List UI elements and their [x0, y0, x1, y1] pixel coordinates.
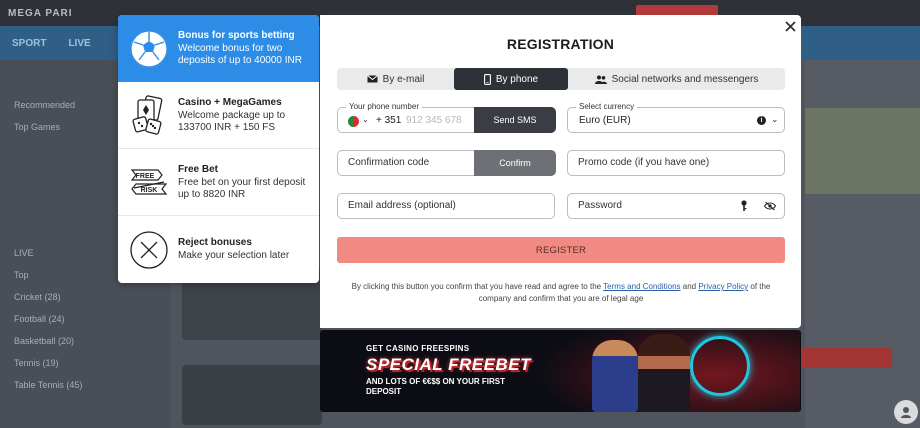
phone-field: Your phone number ⌄ + 351 Send SMS	[337, 102, 556, 133]
country-code: + 351	[376, 115, 402, 126]
modal-title: REGISTRATION	[506, 36, 615, 52]
chat-icon	[901, 407, 911, 418]
banner-headline: SPECIAL FREEBET	[366, 355, 531, 374]
promo-code-input[interactable]	[578, 157, 748, 168]
tab-label: By e-mail	[382, 73, 425, 85]
bonus-option-sports[interactable]: Bonus for sports betting Welcome bonus f…	[118, 15, 319, 82]
key-icon[interactable]	[740, 200, 748, 212]
background-sidebar-item: Cricket (28)	[14, 292, 61, 302]
info-icon[interactable]: i	[757, 116, 766, 125]
bonus-option-freebet[interactable]: FREE RISK Free Bet Free bet on your firs…	[118, 149, 319, 216]
soccer-ball-icon	[128, 28, 170, 70]
bonus-description: Welcome package up to 133700 INR + 150 F…	[178, 109, 286, 133]
background-nav-sport: SPORT	[12, 37, 47, 49]
roulette-ring-graphic	[690, 336, 750, 396]
bonus-description: Free bet on your first deposit up to 882…	[178, 176, 306, 200]
phone-icon	[483, 73, 491, 85]
banner-small-text: GET CASINO FREESPINS	[366, 344, 470, 353]
tab-label: Social networks and messengers	[611, 73, 759, 85]
portugal-flag-icon[interactable]	[348, 116, 359, 127]
bonus-title: Bonus for sports betting	[178, 30, 295, 41]
bonus-option-reject[interactable]: Reject bonuses Make your selection later	[118, 216, 319, 283]
bonus-option-casino[interactable]: Casino + MegaGames Welcome package up to…	[118, 82, 319, 149]
confirmation-code-input[interactable]	[348, 157, 468, 168]
background-games-tile	[182, 365, 322, 425]
register-button[interactable]: REGISTER	[337, 237, 785, 263]
background-sidebar-item: Tennis (19)	[14, 358, 59, 368]
bonus-panel: Bonus for sports betting Welcome bonus f…	[118, 15, 319, 283]
registration-modal: REGISTRATION By e-mail By phone Social n…	[320, 15, 801, 328]
chevron-down-icon[interactable]: ⌄	[362, 115, 369, 124]
confirmation-code-field: Confirm	[337, 150, 556, 176]
send-sms-button[interactable]: Send SMS	[474, 107, 556, 133]
email-icon	[366, 75, 378, 83]
currency-field-label: Select currency	[576, 102, 638, 111]
bonus-description: Make your selection later	[178, 250, 290, 261]
phone-input[interactable]	[406, 113, 472, 128]
background-right-image	[805, 108, 920, 194]
bonus-title: Reject bonuses	[178, 237, 252, 248]
background-nav-live: LIVE	[68, 37, 91, 49]
banner-subtext: AND LOTS OF €€$$ ON YOUR FIRST DEPOSIT	[366, 377, 505, 396]
chevron-down-icon[interactable]: ⌄	[771, 114, 779, 125]
close-icon	[784, 20, 796, 32]
background-logo: MEGA PARI	[8, 7, 73, 19]
disclaimer-text: and	[680, 282, 699, 291]
background-sidebar-item: Basketball (20)	[14, 336, 75, 346]
email-field	[337, 193, 555, 219]
password-input[interactable]	[578, 200, 728, 211]
background-sidebar-item: Table Tennis (45)	[14, 380, 83, 390]
currency-select[interactable]: Select currency Euro (EUR) i ⌄	[567, 102, 785, 133]
promo-banner[interactable]: GET CASINO FREESPINS SPECIAL FREEBET AND…	[320, 330, 801, 412]
tab-label: By phone	[495, 73, 539, 85]
close-button[interactable]	[782, 18, 798, 34]
tab-social-networks[interactable]: Social networks and messengers	[568, 68, 785, 90]
legal-disclaimer: By clicking this button you confirm that…	[348, 281, 774, 305]
free-label: FREE	[136, 173, 155, 180]
disclaimer-text: By clicking this button you confirm that…	[351, 282, 604, 291]
dice-cards-icon	[128, 94, 170, 136]
banner-person-graphic	[592, 340, 638, 412]
registration-tabs: By e-mail By phone Social networks and m…	[337, 68, 785, 90]
chat-button[interactable]	[894, 400, 918, 424]
risk-label: RISK	[141, 187, 158, 194]
bonus-description: Welcome bonus for two deposits of up to …	[178, 43, 302, 66]
terms-link[interactable]: Terms and Conditions	[603, 282, 680, 291]
email-input[interactable]	[348, 200, 518, 211]
reject-x-icon	[128, 229, 170, 271]
privacy-policy-link[interactable]: Privacy Policy	[698, 282, 748, 291]
tab-by-email[interactable]: By e-mail	[337, 68, 454, 90]
background-sidebar-item: Football (24)	[14, 314, 65, 324]
phone-field-label: Your phone number	[346, 102, 422, 111]
promo-code-field	[567, 150, 785, 176]
banner-person-graphic	[638, 334, 690, 412]
bonus-title: Free Bet	[178, 163, 219, 175]
free-risk-ticket-icon: FREE RISK	[128, 161, 170, 203]
bonus-title: Casino + MegaGames	[178, 96, 282, 108]
password-field	[567, 193, 785, 219]
confirm-button[interactable]: Confirm	[474, 150, 556, 176]
background-right-button	[800, 348, 892, 368]
currency-value: Euro (EUR)	[579, 115, 631, 126]
tab-by-phone[interactable]: By phone	[454, 68, 568, 90]
social-icon	[594, 75, 607, 84]
eye-slash-icon[interactable]	[764, 201, 776, 211]
